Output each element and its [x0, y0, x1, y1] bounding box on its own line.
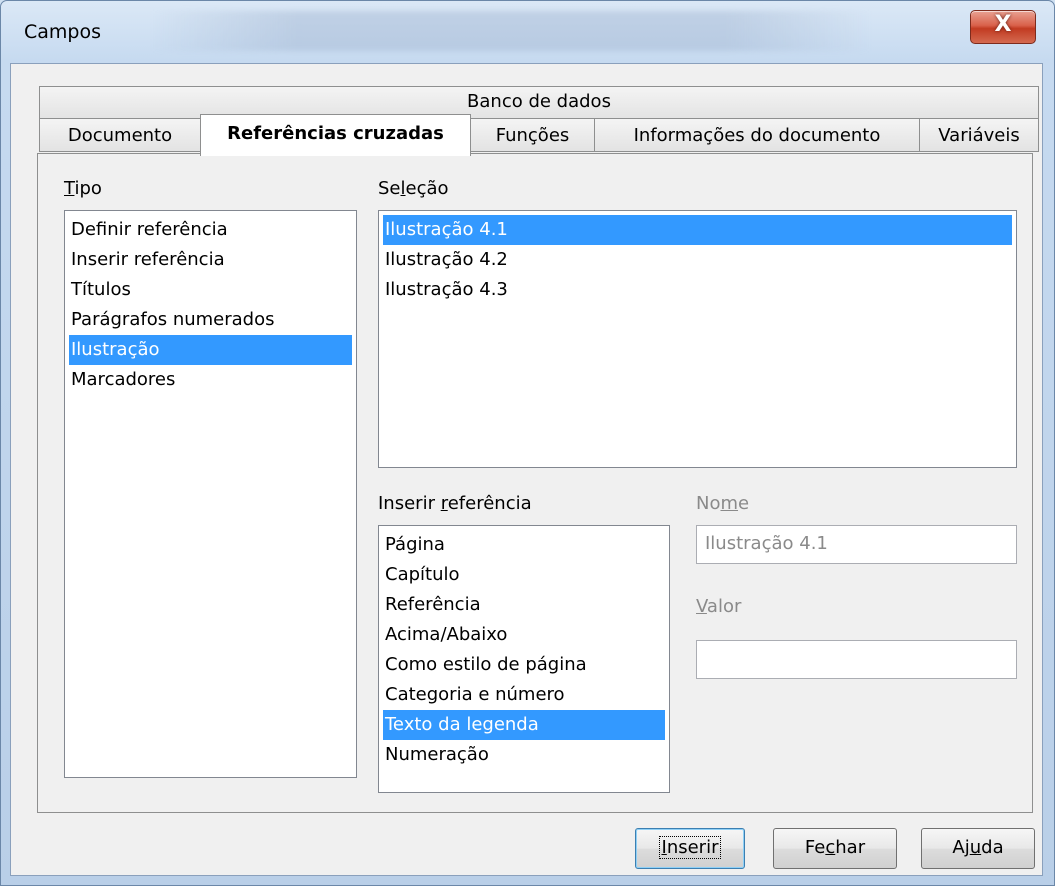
list-item[interactable]: Marcadores [69, 365, 352, 395]
dialog-window: Campos X Banco de dados Documento Referê… [0, 0, 1055, 886]
list-item[interactable]: Texto da legenda [383, 710, 665, 740]
list-item[interactable]: Títulos [69, 275, 352, 305]
nome-field[interactable]: Ilustração 4.1 [696, 525, 1017, 564]
list-item[interactable]: Numeração [383, 740, 665, 770]
inserir-button[interactable]: Inserir [635, 828, 745, 869]
list-item[interactable]: Referência [383, 590, 665, 620]
inserir-referencia-label: Inserir referência [378, 493, 532, 514]
window-title: Campos [24, 21, 102, 43]
inserir-referencia-listbox[interactable]: Página Capítulo Referência Acima/Abaixo Como… [378, 525, 670, 793]
tab-variaveis[interactable]: Variáveis [919, 118, 1039, 152]
list-item[interactable]: Como estilo de página [383, 650, 665, 680]
valor-label: Valor [696, 596, 742, 617]
list-item[interactable]: Categoria e número [383, 680, 665, 710]
list-item[interactable]: Definir referência [69, 215, 352, 245]
selecao-listbox[interactable]: Ilustração 4.1 Ilustração 4.2 Ilustração 4… [378, 210, 1017, 468]
list-item[interactable]: Inserir referência [69, 245, 352, 275]
tab-referencias-cruzadas[interactable]: Referências cruzadas [200, 114, 471, 156]
background-blur [151, 11, 871, 51]
fechar-button[interactable]: Fechar [773, 828, 897, 869]
tipo-listbox[interactable]: Definir referência Inserir referência Títu… [64, 210, 357, 778]
tab-banco-de-dados[interactable]: Banco de dados [39, 86, 1039, 119]
close-icon: X [994, 12, 1012, 37]
nome-label: Nome [696, 493, 750, 514]
list-item[interactable]: Ilustração 4.1 [383, 215, 1012, 245]
list-item[interactable]: Ilustração 4.3 [383, 275, 1012, 305]
list-item[interactable]: Acima/Abaixo [383, 620, 665, 650]
list-item[interactable]: Ilustração 4.2 [383, 245, 1012, 275]
dialog-client: Banco de dados Documento Referências cru… [10, 63, 1043, 876]
tab-informacoes-do-documento[interactable]: Informações do documento [594, 118, 920, 152]
tipo-label: Tipo [64, 178, 102, 199]
list-item[interactable]: Parágrafos numerados [69, 305, 352, 335]
tab-panel: Tipo Definir referência Inserir referênci… [37, 153, 1033, 813]
list-item[interactable]: Capítulo [383, 560, 665, 590]
valor-field[interactable] [696, 640, 1017, 679]
list-item[interactable]: Página [383, 530, 665, 560]
ajuda-button[interactable]: Ajuda [921, 828, 1035, 869]
selecao-label: Seleção [378, 178, 449, 199]
tab-funcoes[interactable]: Funções [470, 118, 595, 152]
tab-documento[interactable]: Documento [39, 118, 201, 152]
close-button[interactable]: X [970, 10, 1036, 44]
title-bar[interactable]: Campos X [1, 1, 1054, 63]
list-item[interactable]: Ilustração [69, 335, 352, 365]
